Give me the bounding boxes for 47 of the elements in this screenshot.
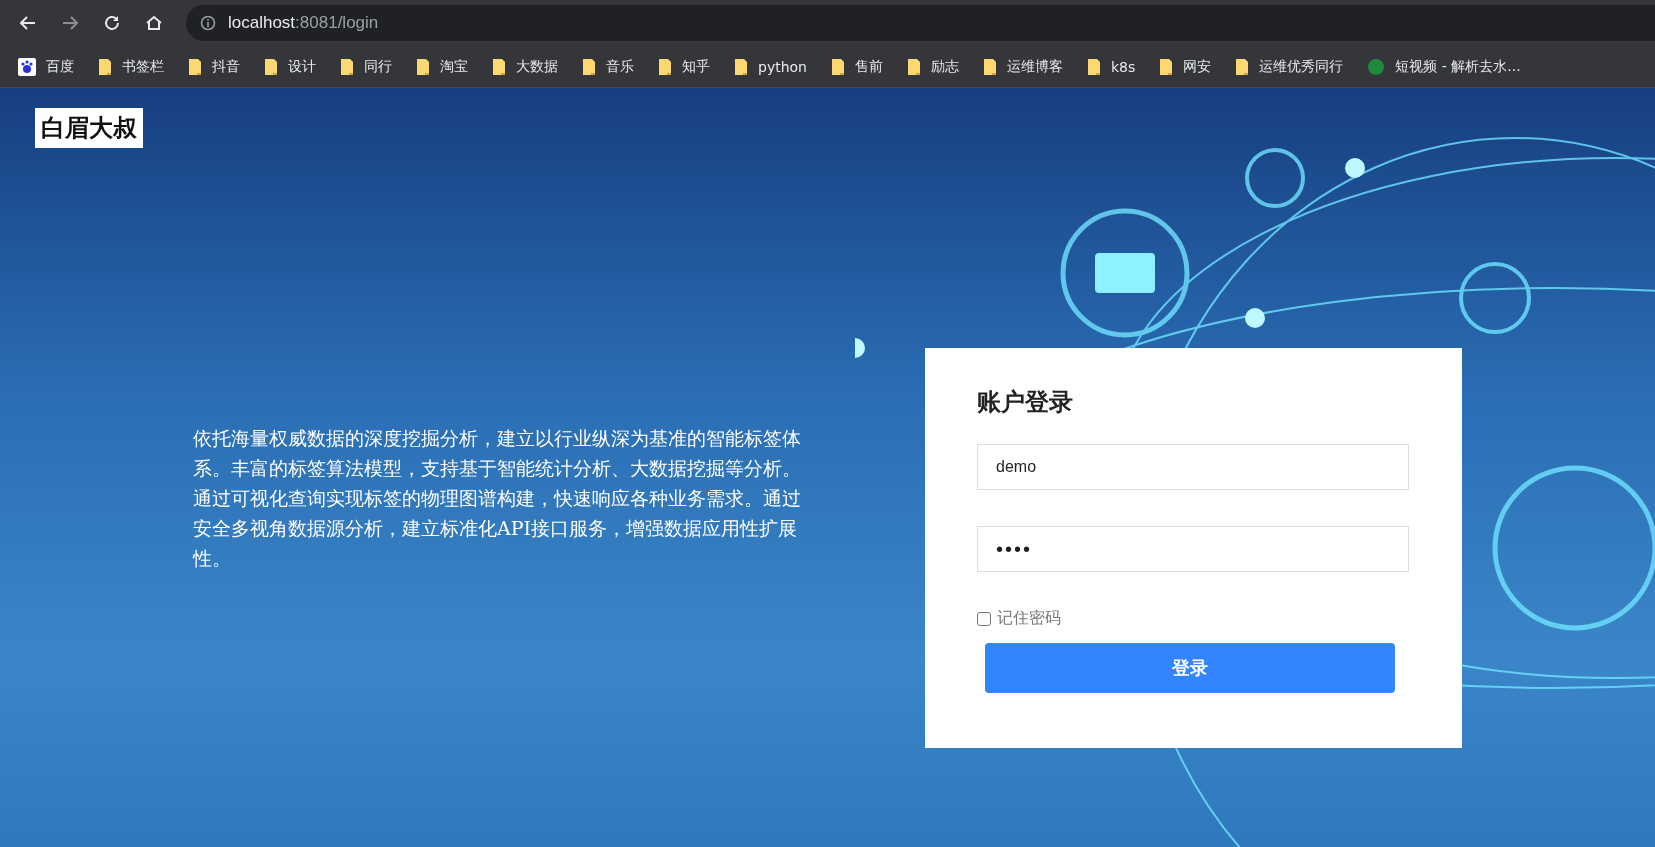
folder-icon <box>340 57 354 76</box>
folder-icon <box>734 57 748 76</box>
bookmark[interactable]: 淘宝 <box>416 57 468 76</box>
folder-icon <box>98 57 112 76</box>
folder-icon <box>658 57 672 76</box>
login-title: 账户登录 <box>977 387 1074 418</box>
remember-checkbox[interactable] <box>977 611 991 626</box>
bookmark[interactable]: 百度 <box>18 57 74 76</box>
bookmark[interactable]: k8s <box>1087 57 1136 76</box>
remember-label: 记住密码 <box>997 608 1061 629</box>
folder-icon <box>188 57 202 76</box>
folder-icon <box>983 57 997 76</box>
username-field[interactable]: demo <box>977 444 1409 490</box>
bookmark[interactable]: 运维博客 <box>983 57 1063 76</box>
api-icon <box>1367 57 1386 76</box>
bookmark[interactable]: 同行 <box>340 57 392 76</box>
folder-icon <box>492 57 506 76</box>
bookmark[interactable]: 书签栏 <box>98 57 164 76</box>
folder-icon <box>264 57 278 76</box>
intro-paragraph: 依托海量权威数据的深度挖掘分析，建立以行业纵深为基准的智能标签体系。丰富的标签算法模型，支持基于智能统计分析、大数据挖掘等分析。通过可视化查询实现标签的物理图谱构建，快速响应各种业务需求。通过安全多视角数据源分析，建立标准化API接口服务，增强数据应用性扩展性。 <box>193 426 802 571</box>
bookmark[interactable]: 抖音 <box>188 57 240 76</box>
bookmark[interactable]: 设计 <box>264 57 316 76</box>
bookmark[interactable]: 网安 <box>1159 57 1212 76</box>
folder-icon <box>907 57 921 76</box>
bookmark[interactable]: 大数据 <box>492 57 558 76</box>
bookmark[interactable]: 短视频 - 解析去水... <box>1367 57 1521 76</box>
bookmark[interactable]: python <box>734 57 807 76</box>
folder-icon <box>582 57 596 76</box>
reload-icon[interactable] <box>102 13 122 33</box>
home-icon[interactable] <box>144 13 164 33</box>
bookmark[interactable]: 音乐 <box>582 57 634 76</box>
folder-icon <box>831 57 845 76</box>
bookmark[interactable]: 知乎 <box>658 57 710 76</box>
bookmark[interactable]: 励志 <box>907 57 959 76</box>
logo: 白眉大叔 <box>35 108 143 148</box>
folder-icon <box>1159 57 1174 76</box>
folder-icon <box>416 57 430 76</box>
bookmark[interactable]: 售前 <box>831 57 883 76</box>
paw-icon <box>18 57 36 76</box>
address-bar[interactable]: localhost:8081/login <box>186 5 1655 41</box>
bookmark[interactable]: 运维优秀同行 <box>1235 57 1344 76</box>
url-text: localhost:8081/login <box>228 13 379 33</box>
login-button[interactable]: 登录 <box>985 643 1395 693</box>
folder-icon <box>1087 57 1101 76</box>
password-field[interactable]: •••• <box>977 526 1409 572</box>
folder-icon <box>1235 57 1250 76</box>
info-icon[interactable] <box>200 15 216 31</box>
